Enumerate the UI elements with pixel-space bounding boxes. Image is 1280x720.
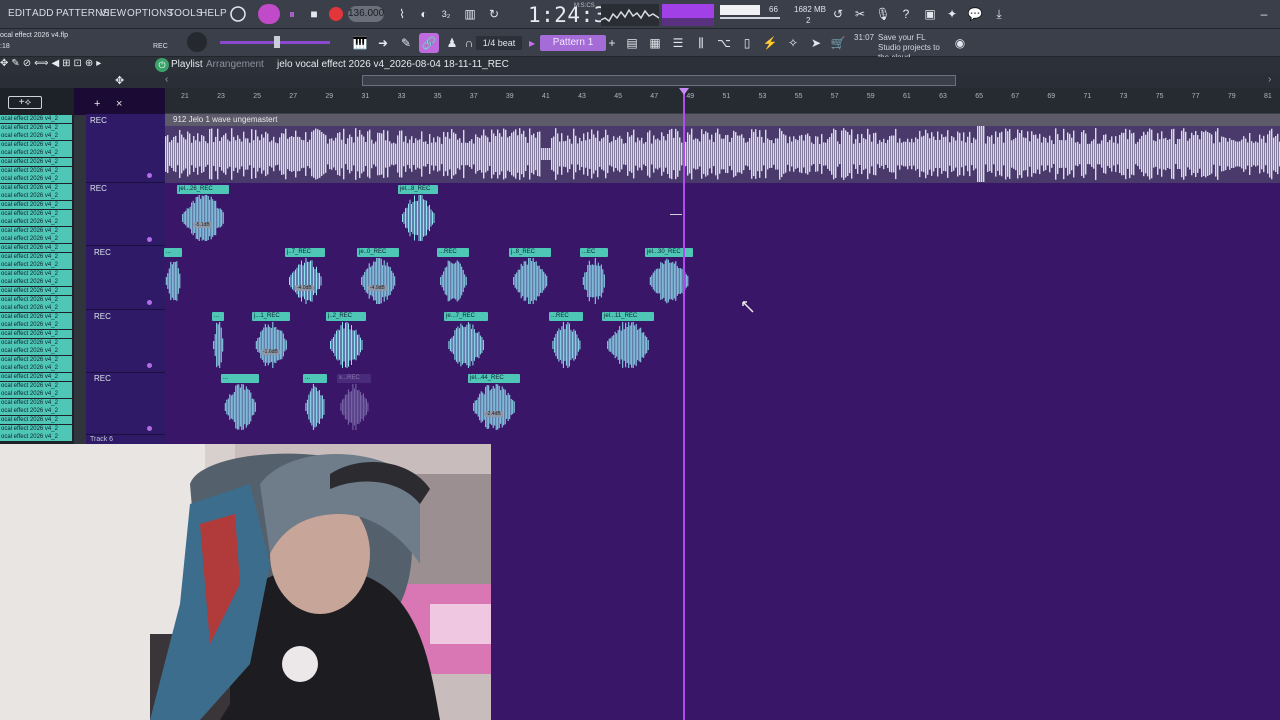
clip-gain-label: -1.6dB — [261, 349, 280, 355]
audio-clip-waveform[interactable] — [468, 384, 520, 430]
audio-clip-header[interactable]: je...7_REC — [444, 312, 488, 321]
audio-clip-header[interactable]: ... — [303, 374, 327, 383]
audio-clip-header[interactable]: jel...30_REC — [645, 248, 693, 257]
webcam-feed — [0, 444, 491, 720]
audio-clip-waveform[interactable] — [645, 258, 693, 304]
audio-clip-header[interactable]: j..2_REC — [326, 312, 366, 321]
audio-clip-header[interactable]: jel...11_REC — [602, 312, 654, 321]
clip-gain-label: -4.0dB — [295, 285, 314, 291]
audio-clip-header[interactable]: ...REC — [437, 248, 469, 257]
audio-clip-header[interactable]: je..0_REC — [357, 248, 399, 257]
audio-clip-waveform[interactable] — [285, 258, 325, 304]
audio-clip-header[interactable]: j..7_REC — [285, 248, 325, 257]
audio-clip-waveform[interactable] — [164, 258, 182, 304]
webcam-overlay — [0, 444, 491, 720]
audio-clip-header[interactable]: j...1_REC — [252, 312, 290, 321]
audio-clip-waveform[interactable] — [549, 322, 583, 368]
audio-clip-waveform[interactable] — [326, 322, 366, 368]
audio-clip-waveform[interactable] — [398, 195, 438, 241]
audio-clip-waveform[interactable] — [212, 322, 224, 368]
audio-clip-header[interactable]: ... — [164, 248, 182, 257]
audio-clip-header[interactable]: ...REC — [549, 312, 583, 321]
audio-clip-header[interactable]: ... — [221, 374, 259, 383]
audio-clip-waveform[interactable] — [303, 384, 327, 430]
audio-clip-waveform[interactable] — [252, 322, 290, 368]
clip-gain-label: -2.4dB — [484, 411, 503, 417]
audio-clip-waveform[interactable] — [444, 322, 488, 368]
audio-clip-waveform[interactable] — [357, 258, 399, 304]
clip-gain-label: -4.9dB — [368, 285, 387, 291]
playhead-marker-icon[interactable] — [679, 88, 689, 95]
clip-gain-label: -5.1dB — [193, 222, 212, 228]
audio-clip-header[interactable]: ...EC — [580, 248, 608, 257]
audio-clip-header[interactable]: jel...44_REC — [468, 374, 520, 383]
audio-clip-header[interactable]: j..8_REC — [509, 248, 551, 257]
audio-clip-waveform[interactable] — [337, 384, 371, 430]
audio-clip-header[interactable]: x...REC — [337, 374, 371, 383]
audio-clip-header[interactable]: jel...8_REC — [398, 185, 438, 194]
audio-clip-waveform[interactable] — [580, 258, 608, 304]
playhead[interactable] — [683, 88, 685, 720]
audio-clip-waveform[interactable] — [602, 322, 654, 368]
audio-clip-header[interactable]: ... — [212, 312, 224, 321]
audio-clip-waveform[interactable] — [509, 258, 551, 304]
audio-clip-waveform[interactable] — [437, 258, 469, 304]
position-indicator — [670, 214, 682, 215]
cursor-icon — [742, 301, 754, 313]
audio-clip-waveform[interactable] — [221, 384, 259, 430]
audio-clip-waveform[interactable] — [177, 195, 229, 241]
audio-clip-header[interactable]: jel...26_REC — [177, 185, 229, 194]
